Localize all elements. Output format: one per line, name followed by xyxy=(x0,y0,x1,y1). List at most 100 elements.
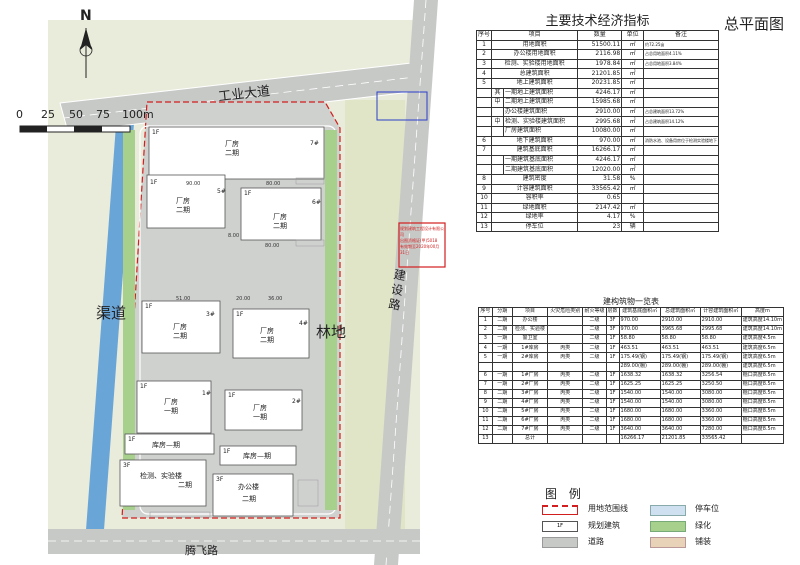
econ-note xyxy=(642,173,720,185)
build-cell xyxy=(740,434,785,445)
build-row: 2 二期 检测、实验楼 二级 3F 970.00 3965.68 2995.68 建筑高度14.… xyxy=(478,325,785,336)
warehouse-1-name: 库房—期 xyxy=(152,441,180,449)
stamp-red-line: 有效期至2020年00月31日 xyxy=(400,244,440,255)
econ-note xyxy=(642,212,720,223)
build-cell: 1638.32 xyxy=(659,370,701,381)
econ-qty: 0.65 xyxy=(577,193,623,204)
build-cell: 175.49(钢) xyxy=(699,352,742,363)
build-cell: 7#厂房 xyxy=(511,425,549,436)
econ-unit xyxy=(621,193,644,204)
econ-no xyxy=(475,97,493,108)
econ-item: 一期地上建筑面积 xyxy=(503,87,579,99)
road-swatch xyxy=(542,537,578,548)
build-cell: 289.00(棚) xyxy=(659,361,701,372)
build-cell: 3080.00 xyxy=(699,397,742,409)
building-1-tag: 1# xyxy=(202,390,211,397)
econ-item: 办公楼建筑面积 xyxy=(503,106,579,118)
econ-item: 绿地面积 xyxy=(491,202,579,214)
econ-unit: % xyxy=(621,212,644,223)
build-cell: 33565.42 xyxy=(699,434,742,445)
econ-unit: ㎡ xyxy=(621,97,644,108)
build-cell: 丙类 xyxy=(547,370,584,381)
econ-group xyxy=(491,125,505,137)
econ-item: 办公楼用地面积 xyxy=(491,49,579,60)
build-row: 10 二期 5#厂房 丙类 二级 1F 1680.00 1680.00 3360.00 檐口高度8… xyxy=(478,407,785,418)
build-cell: 建筑高度14.10m xyxy=(740,325,785,336)
build-cell: 丙类 xyxy=(547,425,584,436)
forest-label: 林地 xyxy=(316,323,347,341)
build-cell: 13 xyxy=(478,434,493,445)
econ-unit: ㎡ xyxy=(621,58,644,70)
north-label: N xyxy=(80,8,92,24)
econ-row: 3 检测、实验楼用地面积 1978.84 ㎡占总用地面积3.84% xyxy=(475,58,720,70)
dim-label: 80.00 xyxy=(265,243,280,249)
legend-road-label: 道路 xyxy=(588,537,604,546)
econ-header: 备注 xyxy=(642,30,720,41)
econ-item: 总建筑面积 xyxy=(491,68,579,79)
econ-no: 7 xyxy=(475,145,493,156)
build-cell: 3640.00 xyxy=(659,425,701,436)
econ-qty: 15985.68 xyxy=(577,97,623,108)
build-cell: 1680.00 xyxy=(659,407,701,418)
build-cell: 3F xyxy=(605,316,620,327)
build-cell: 7 xyxy=(478,379,493,390)
econ-note: 占总建筑面积13.72% xyxy=(642,106,720,118)
econ-header: 序号 xyxy=(475,30,493,41)
build-cell: 二级 xyxy=(582,379,607,390)
econ-no xyxy=(475,116,493,127)
econ-qty: 4.17 xyxy=(577,212,623,223)
build-cell: 1680.00 xyxy=(618,416,661,427)
econ-row: 中二期地上建筑面积 15985.68 ㎡ xyxy=(475,97,720,108)
econ-note xyxy=(642,77,720,89)
build-row: 8 二期 3#厂房 丙类 二级 1F 1540.00 1540.00 3080.00 檐口高度8.… xyxy=(478,388,785,399)
econ-row: 9 计容建筑面积 33565.42 ㎡ xyxy=(475,183,720,195)
dim-label: 36.00 xyxy=(268,296,283,302)
build-cell: 檐口高度8.5m xyxy=(740,370,785,381)
econ-qty: 16266.17 xyxy=(577,145,623,156)
econ-header: 单位 xyxy=(621,30,644,41)
parking-swatch xyxy=(650,505,686,516)
econ-item: 用地面积 xyxy=(491,39,579,51)
building-5-tag: 5# xyxy=(217,188,226,195)
boundary-swatch xyxy=(542,505,578,515)
build-cell: 6#厂房 xyxy=(511,416,549,427)
build-cell: 5 xyxy=(478,352,493,363)
build-cell: 16266.17 xyxy=(618,434,661,445)
canal-label: 渠道 xyxy=(96,304,127,322)
build-cell: 二级 xyxy=(582,397,607,409)
build-cell: 二级 xyxy=(582,425,607,436)
scale-tick-50: 50 xyxy=(69,108,83,121)
econ-qty: 21201.85 xyxy=(577,68,623,79)
econ-unit: ㎡ xyxy=(621,125,644,137)
build-cell: 建筑高度6.5m xyxy=(740,352,785,363)
build-cell: 检测、实验楼 xyxy=(511,325,549,336)
build-row: 5 一期 2#库房 丙类 二级 1F 175.49(钢) 175.49(钢) 175.49(钢)… xyxy=(478,352,785,363)
build-cell: 5#厂房 xyxy=(511,407,549,418)
build-cell: 3360.00 xyxy=(699,407,742,418)
econ-item: 地上建筑面积 xyxy=(491,77,579,89)
econ-unit: ㎡ xyxy=(621,39,644,51)
build-cell: 1F xyxy=(605,397,620,409)
building-4-floor: 1F xyxy=(236,311,244,318)
econ-qty: 2116.98 xyxy=(577,49,623,60)
build-cell xyxy=(491,361,513,372)
build-cell xyxy=(478,361,493,372)
econ-no: 2 xyxy=(475,49,493,60)
build-cell: 总计 xyxy=(511,434,549,445)
build-header-row: 序号 分期 项目 火灾危险类别 耐火等级 层数 建筑基底面积㎡ 总建筑面积㎡ 计容建筑面积㎡ 高度… xyxy=(478,306,785,318)
build-cell: 丙类 xyxy=(547,397,584,409)
build-cell: 檐口高度8.5m xyxy=(740,388,785,399)
scale-tick-75: 75 xyxy=(96,108,110,121)
build-cell: 建筑高度4.5m xyxy=(740,334,785,345)
build-cell: 3256.54 xyxy=(699,370,742,381)
econ-unit: ㎡ xyxy=(621,164,644,175)
build-cell: 1680.00 xyxy=(659,416,701,427)
build-cell: 58.80 xyxy=(659,334,701,345)
building-3-tag: 3# xyxy=(206,311,215,318)
build-cell: 1540.00 xyxy=(659,397,701,409)
building-2-name: 厂房 一期 xyxy=(253,404,267,421)
build-cell: 4 xyxy=(478,343,493,354)
build-cell: 2#库房 xyxy=(511,352,549,363)
build-cell: 一期 xyxy=(491,334,513,345)
build-cell: 1#库房 xyxy=(511,343,549,354)
